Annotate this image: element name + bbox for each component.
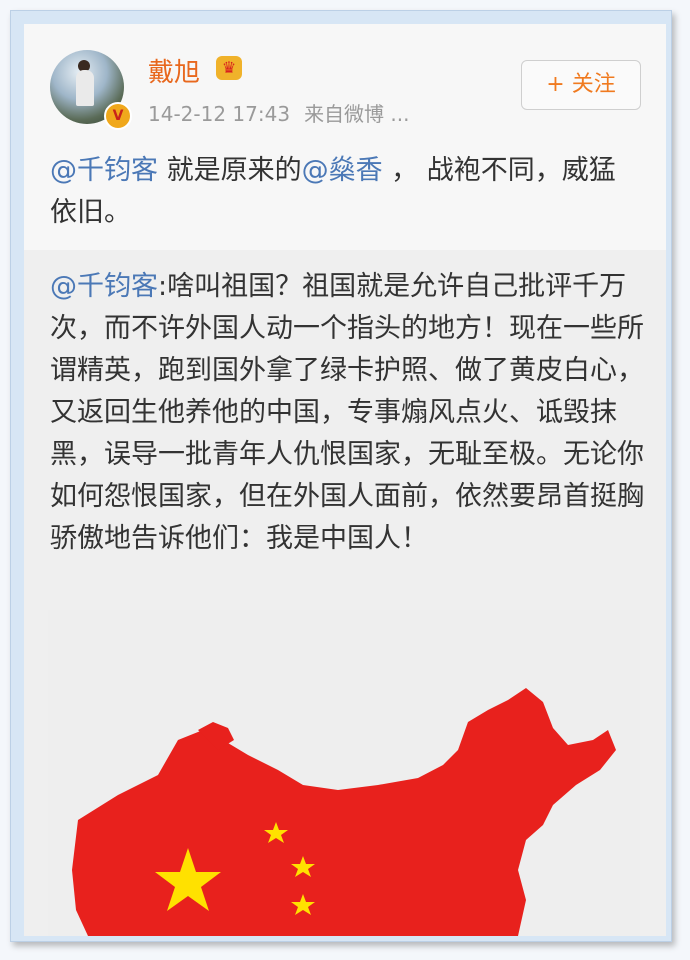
post-text: @千钧客 就是原来的@燊香 ， 战袍不同，威猛依旧。 — [50, 150, 642, 234]
repost-text: @千钧客:啥叫祖国？祖国就是允许自己批评千万次，而不许外国人动一个指头的地方！现… — [50, 266, 650, 560]
mention-link[interactable]: @燊香 — [302, 155, 383, 186]
reposted-content[interactable]: @千钧客:啥叫祖国？祖国就是允许自己批评千万次，而不许外国人动一个指头的地方！现… — [24, 250, 666, 936]
china-map-image — [48, 610, 640, 936]
post-text-part: 就是原来的 — [158, 155, 302, 186]
post-image[interactable] — [48, 610, 640, 936]
post-meta: 14-2-12 17:43 来自微博 ... — [148, 98, 410, 127]
verified-badge-icon: V — [104, 102, 132, 130]
username[interactable]: 戴旭 — [148, 52, 200, 89]
post-source[interactable]: 来自微博 ... — [304, 102, 409, 126]
repost-body: :啥叫祖国？祖国就是允许自己批评千万次，而不许外国人动一个指头的地方！现在一些所… — [50, 271, 644, 554]
post-timestamp[interactable]: 14-2-12 17:43 — [148, 102, 290, 126]
mention-link[interactable]: @千钧客 — [50, 271, 158, 302]
avatar-figure — [76, 70, 94, 106]
mention-link[interactable]: @千钧客 — [50, 155, 158, 186]
weibo-post-card: V 戴旭 ♛ 14-2-12 17:43 来自微博 ... + 关注 @千钧客 就… — [24, 24, 666, 936]
follow-button[interactable]: + 关注 — [521, 60, 641, 110]
crown-icon: ♛ — [216, 56, 242, 80]
